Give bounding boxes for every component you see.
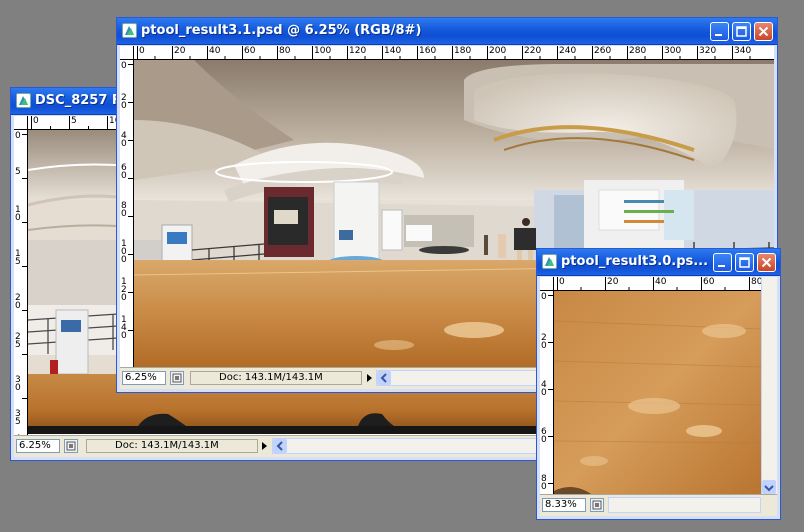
- ruler-label: 40: [655, 277, 667, 287]
- scroll-down-icon[interactable]: [762, 480, 776, 494]
- ruler-label: 280: [629, 46, 647, 56]
- ruler-label: 0: [15, 131, 21, 141]
- ruler-label: 5: [15, 167, 21, 177]
- zoom-field[interactable]: 6.25%: [16, 439, 60, 453]
- ruler-label: 60: [541, 427, 547, 445]
- ruler-label: 20: [607, 277, 619, 287]
- ruler-label: 100: [314, 46, 332, 56]
- maximize-icon[interactable]: [735, 253, 754, 272]
- ruler-label: 300: [664, 46, 682, 56]
- ruler-corner: [540, 277, 554, 291]
- ruler-corner: [120, 46, 134, 60]
- ruler-label: 60: [244, 46, 256, 56]
- photoshop-document-icon: [122, 23, 137, 38]
- status-bar: 8.33%: [540, 494, 777, 516]
- ruler-label: 140: [384, 46, 402, 56]
- ruler-label: 20: [121, 93, 127, 111]
- document-size: Doc: 143.1M/143.1M: [86, 439, 258, 453]
- ruler-label: 120: [121, 277, 127, 303]
- navigator-button[interactable]: [170, 371, 184, 385]
- ruler-label: 5: [71, 116, 77, 126]
- ruler-label: 80: [279, 46, 291, 56]
- vertical-ruler[interactable]: 0 20 40 60 80 100 120 140: [120, 60, 134, 367]
- close-icon[interactable]: [757, 253, 776, 272]
- vertical-scrollbar[interactable]: [761, 277, 777, 494]
- window-title: DSC_8257 F: [35, 93, 121, 108]
- scroll-left-icon[interactable]: [377, 371, 391, 385]
- ruler-label: 10: [15, 205, 21, 223]
- ruler-label: 0: [541, 292, 547, 302]
- close-icon[interactable]: [754, 22, 773, 41]
- ruler-label: 180: [454, 46, 472, 56]
- ruler-label: 40: [541, 380, 547, 398]
- ruler-label: 30: [15, 375, 21, 393]
- ruler-label: 20: [174, 46, 186, 56]
- scroll-left-icon[interactable]: [273, 439, 287, 453]
- ruler-label: 0: [33, 116, 39, 126]
- title-bar[interactable]: ptool_result3.0.ps...: [537, 249, 780, 276]
- ruler-label: 240: [559, 46, 577, 56]
- ruler-label: 260: [594, 46, 612, 56]
- horizontal-scrollbar[interactable]: [272, 438, 540, 454]
- ruler-label: 80: [121, 201, 127, 219]
- ruler-label: 340: [734, 46, 752, 56]
- status-menu-arrow-icon[interactable]: [363, 372, 375, 384]
- ruler-label: 20: [541, 333, 547, 351]
- ruler-label: 80: [751, 277, 761, 287]
- vertical-ruler[interactable]: 0 20 40 60 80: [540, 291, 554, 494]
- ruler-label: 160: [419, 46, 437, 56]
- zoom-field[interactable]: 6.25%: [122, 371, 166, 385]
- ruler-label: 40: [209, 46, 221, 56]
- vertical-ruler[interactable]: 0 5 10 15 20 25 30 35 40: [14, 130, 28, 435]
- document-size: Doc: 143.1M/143.1M: [190, 371, 362, 385]
- title-bar[interactable]: ptool_result3.1.psd @ 6.25% (RGB/8#): [117, 18, 777, 45]
- ruler-label: 0: [121, 61, 127, 71]
- ruler-label: 15: [15, 249, 21, 267]
- minimize-icon[interactable]: [710, 22, 729, 41]
- status-bar: 6.25% Doc: 143.1M/143.1M: [14, 435, 540, 457]
- ruler-label: 100: [121, 239, 127, 265]
- horizontal-ruler[interactable]: 0 20 40 60 80: [554, 277, 761, 291]
- window-title: ptool_result3.0.ps...: [561, 254, 709, 269]
- navigator-button[interactable]: [590, 498, 604, 512]
- ruler-label: 35: [15, 409, 21, 427]
- status-menu-arrow-icon[interactable]: [258, 440, 270, 452]
- zoom-field[interactable]: 8.33%: [542, 498, 586, 512]
- ruler-corner: [14, 116, 28, 130]
- window-result30[interactable]: ptool_result3.0.ps... 0 20 40 60 80 20 4…: [536, 248, 781, 520]
- ruler-label: 40: [121, 131, 127, 149]
- ruler-label: 0: [559, 277, 565, 287]
- horizontal-scrollbar[interactable]: [608, 497, 761, 513]
- window-title: ptool_result3.1.psd @ 6.25% (RGB/8#): [141, 23, 422, 38]
- minimize-icon[interactable]: [713, 253, 732, 272]
- floor-image-canvas[interactable]: [554, 291, 762, 496]
- horizontal-ruler[interactable]: 0 20 40 60 80 100 120 140 160 180 200 22…: [134, 46, 774, 60]
- ruler-label: 20: [15, 293, 21, 311]
- ruler-label: 0: [139, 46, 145, 56]
- navigator-button[interactable]: [64, 439, 78, 453]
- ruler-label: 25: [15, 332, 21, 350]
- ruler-label: 220: [524, 46, 542, 56]
- ruler-label: 320: [699, 46, 717, 56]
- maximize-icon[interactable]: [732, 22, 751, 41]
- ruler-label: 120: [349, 46, 367, 56]
- ruler-label: 200: [489, 46, 507, 56]
- ruler-label: 80: [541, 474, 547, 492]
- photoshop-document-icon: [542, 254, 557, 269]
- ruler-label: 60: [703, 277, 715, 287]
- ruler-label: 140: [121, 315, 127, 341]
- photoshop-document-icon: [16, 93, 31, 108]
- ruler-label: 60: [121, 163, 127, 181]
